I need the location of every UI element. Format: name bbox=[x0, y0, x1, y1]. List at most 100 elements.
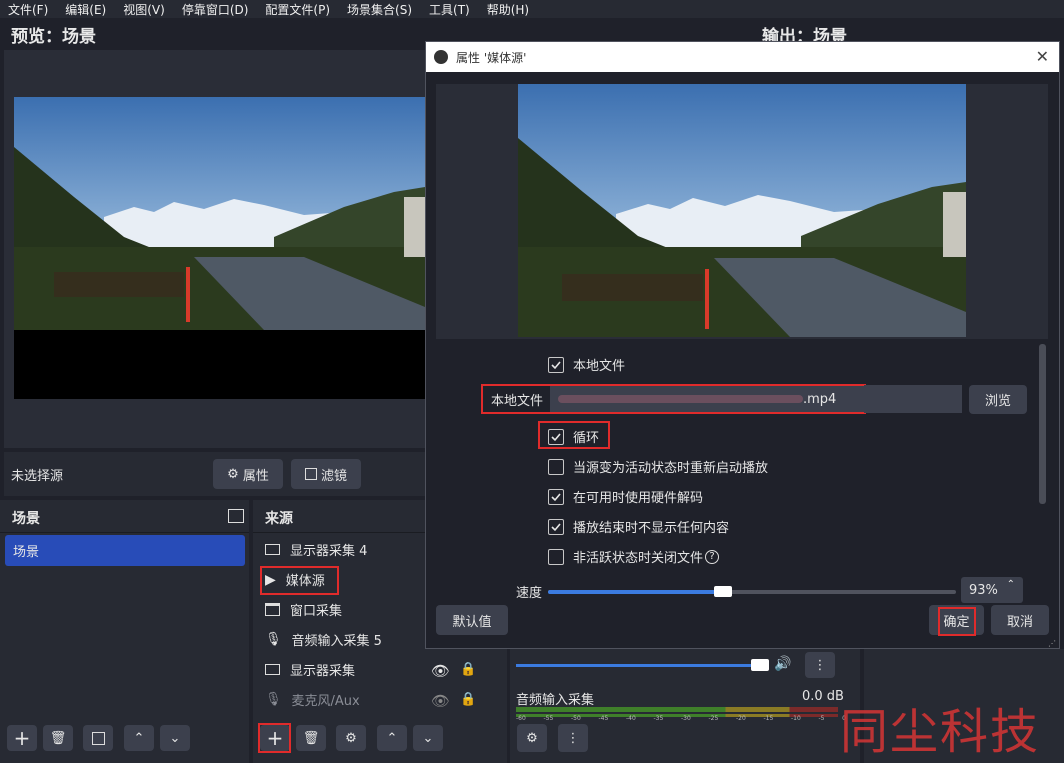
mixer-menu-button[interactable]: ⋮ bbox=[805, 652, 835, 678]
speed-value: 93% bbox=[969, 582, 998, 598]
lock-icon[interactable]: 🔒 bbox=[460, 692, 476, 707]
menu-edit[interactable]: 编辑(E) bbox=[65, 1, 106, 18]
meter-ticks: -60 -55 -50 -45 -40 -35 -30 -25 -20 -15 -10 -5 0 bbox=[516, 715, 846, 723]
undock-icon[interactable] bbox=[228, 509, 244, 523]
close-icon[interactable]: ✕ bbox=[1036, 47, 1049, 66]
scene-down-button[interactable]: ⌄ bbox=[160, 725, 190, 751]
source-item[interactable]: 窗口采集 bbox=[265, 600, 342, 619]
option-checkbox[interactable]: 非活跃状态时关闭文件? bbox=[548, 547, 720, 566]
chevron-down-icon: ⌄ bbox=[169, 730, 181, 746]
menu-docks[interactable]: 停靠窗口(D) bbox=[182, 1, 249, 18]
menu-file[interactable]: 文件(F) bbox=[8, 1, 48, 18]
checkbox-unchecked-icon bbox=[548, 548, 564, 565]
microphone-icon: 🎙 bbox=[265, 632, 282, 647]
scene-item[interactable]: 场景 bbox=[5, 535, 245, 566]
meter-tick-label: -25 bbox=[708, 715, 719, 722]
meter-tick-label: -35 bbox=[653, 715, 664, 722]
source-item[interactable]: 显示器采集 bbox=[265, 660, 355, 679]
browse-button[interactable]: 浏览 bbox=[969, 385, 1027, 414]
source-up-button[interactable]: ⌃ bbox=[377, 725, 407, 751]
mountain-scene-image bbox=[518, 84, 966, 337]
local-file-label: 本地文件 bbox=[491, 393, 544, 409]
speed-label: 速度 bbox=[516, 586, 543, 601]
preview-frame bbox=[14, 97, 425, 399]
filters-button[interactable]: 滤镜 bbox=[291, 459, 361, 489]
scene-item-label: 场景 bbox=[13, 545, 40, 560]
help-icon[interactable]: ? bbox=[705, 549, 720, 564]
meter-tick-label: -5 bbox=[818, 715, 825, 722]
option-checkbox[interactable]: 循环 bbox=[548, 427, 599, 446]
remove-source-button[interactable]: 🗑 bbox=[296, 725, 326, 751]
menu-tools[interactable]: 工具(T) bbox=[429, 1, 470, 18]
option-checkbox[interactable]: 在可用时使用硬件解码 bbox=[548, 487, 703, 506]
lock-icon[interactable]: 🔒 bbox=[460, 662, 476, 677]
menu-profile[interactable]: 配置文件(P) bbox=[265, 1, 330, 18]
speed-slider-handle[interactable] bbox=[714, 586, 733, 597]
path-input-extension bbox=[864, 385, 962, 413]
properties-button[interactable]: ⚙ 属性 bbox=[213, 459, 283, 489]
cancel-button[interactable]: 取消 bbox=[991, 605, 1049, 635]
menu-view[interactable]: 视图(V) bbox=[123, 1, 165, 18]
defaults-button[interactable]: 默认值 bbox=[436, 605, 508, 635]
more-vertical-icon: ⋮ bbox=[813, 657, 827, 673]
mixer-settings-button[interactable]: ⚙ bbox=[517, 724, 547, 752]
meter-tick-label: -60 bbox=[516, 715, 526, 722]
source-toolbar: 未选择源 ⚙ 属性 滤镜 bbox=[4, 452, 425, 496]
add-scene-button[interactable]: + bbox=[7, 725, 37, 751]
local-file-checkbox[interactable]: 本地文件 bbox=[548, 355, 625, 374]
resize-grip-icon[interactable]: ⋰ bbox=[1048, 639, 1056, 648]
speaker-icon[interactable]: 🔊 bbox=[774, 656, 791, 672]
source-label: 显示器采集 bbox=[290, 664, 356, 679]
meter-tick-label: -40 bbox=[626, 715, 636, 722]
mixer-more-button[interactable]: ⋮ bbox=[558, 724, 588, 752]
filters-label: 滤镜 bbox=[320, 468, 347, 484]
source-item[interactable]: 🎙 麦克风/Aux bbox=[265, 690, 360, 709]
checkbox-checked-icon bbox=[548, 488, 564, 505]
gear-icon: ⚙ bbox=[227, 466, 239, 482]
audio-mixer-panel: 🔊 ⋮ 音频输入采集 0.0 dB -60 -55 -50 -45 -40 -35 -30 -… bbox=[510, 649, 860, 763]
scene-up-button[interactable]: ⌃ bbox=[124, 725, 154, 751]
eye-off-icon[interactable]: 👁 bbox=[431, 692, 450, 710]
speed-fill bbox=[548, 590, 724, 594]
file-suffix: .mp4 bbox=[803, 391, 837, 407]
option-label: 在可用时使用硬件解码 bbox=[573, 491, 704, 506]
option-label: 非活跃状态时关闭文件 bbox=[573, 551, 704, 566]
highlight-media-source bbox=[260, 566, 339, 595]
remove-scene-button[interactable]: 🗑 bbox=[43, 725, 73, 751]
meter-tick-label: -20 bbox=[736, 715, 746, 722]
speed-spinbox[interactable]: 93% ⌃ bbox=[961, 577, 1023, 603]
eye-icon[interactable]: 👁 bbox=[431, 662, 450, 680]
menu-bar: 文件(F) 编辑(E) 视图(V) 停靠窗口(D) 配置文件(P) 场景集合(S… bbox=[0, 0, 1064, 18]
window-icon bbox=[265, 603, 280, 616]
option-label: 当源变为活动状态时重新启动播放 bbox=[573, 461, 769, 476]
menu-help[interactable]: 帮助(H) bbox=[487, 1, 529, 18]
mountain-scene-image bbox=[14, 97, 425, 330]
trash-icon: 🗑 bbox=[49, 730, 67, 746]
source-properties-button[interactable]: ⚙ bbox=[336, 725, 366, 751]
source-item[interactable]: 显示器采集 4 bbox=[265, 540, 367, 559]
local-file-path-input[interactable]: .mp4 bbox=[550, 386, 864, 412]
dialog-scrollbar[interactable] bbox=[1039, 344, 1046, 504]
source-item[interactable]: 🎙 音频输入采集 5 bbox=[265, 630, 382, 649]
source-label: 显示器采集 4 bbox=[290, 544, 368, 559]
local-file-row: 本地文件 .mp4 bbox=[481, 384, 866, 414]
trash-icon: 🗑 bbox=[302, 730, 320, 746]
source-down-button[interactable]: ⌄ bbox=[413, 725, 443, 751]
menu-scene-collection[interactable]: 场景集合(S) bbox=[347, 1, 412, 18]
meter-tick-label: -30 bbox=[681, 715, 691, 722]
sources-title: 来源 bbox=[265, 511, 293, 527]
filter-icon bbox=[91, 731, 105, 745]
no-source-label: 未选择源 bbox=[11, 469, 64, 484]
chevron-up-icon[interactable]: ⌃ bbox=[1007, 579, 1015, 590]
scene-filters-button[interactable] bbox=[83, 725, 113, 751]
preview-canvas[interactable] bbox=[4, 50, 425, 448]
microphone-icon: 🎙 bbox=[265, 692, 282, 707]
checkbox-unchecked-icon bbox=[548, 458, 564, 475]
more-vertical-icon: ⋮ bbox=[566, 730, 580, 746]
meter-tick-label: -55 bbox=[543, 715, 554, 722]
highlight-ok bbox=[938, 607, 976, 636]
option-checkbox[interactable]: 当源变为活动状态时重新启动播放 bbox=[548, 457, 768, 476]
option-checkbox[interactable]: 播放结束时不显示任何内容 bbox=[548, 517, 729, 536]
volume-slider-handle[interactable] bbox=[751, 659, 769, 671]
properties-label: 属性 bbox=[242, 468, 269, 484]
